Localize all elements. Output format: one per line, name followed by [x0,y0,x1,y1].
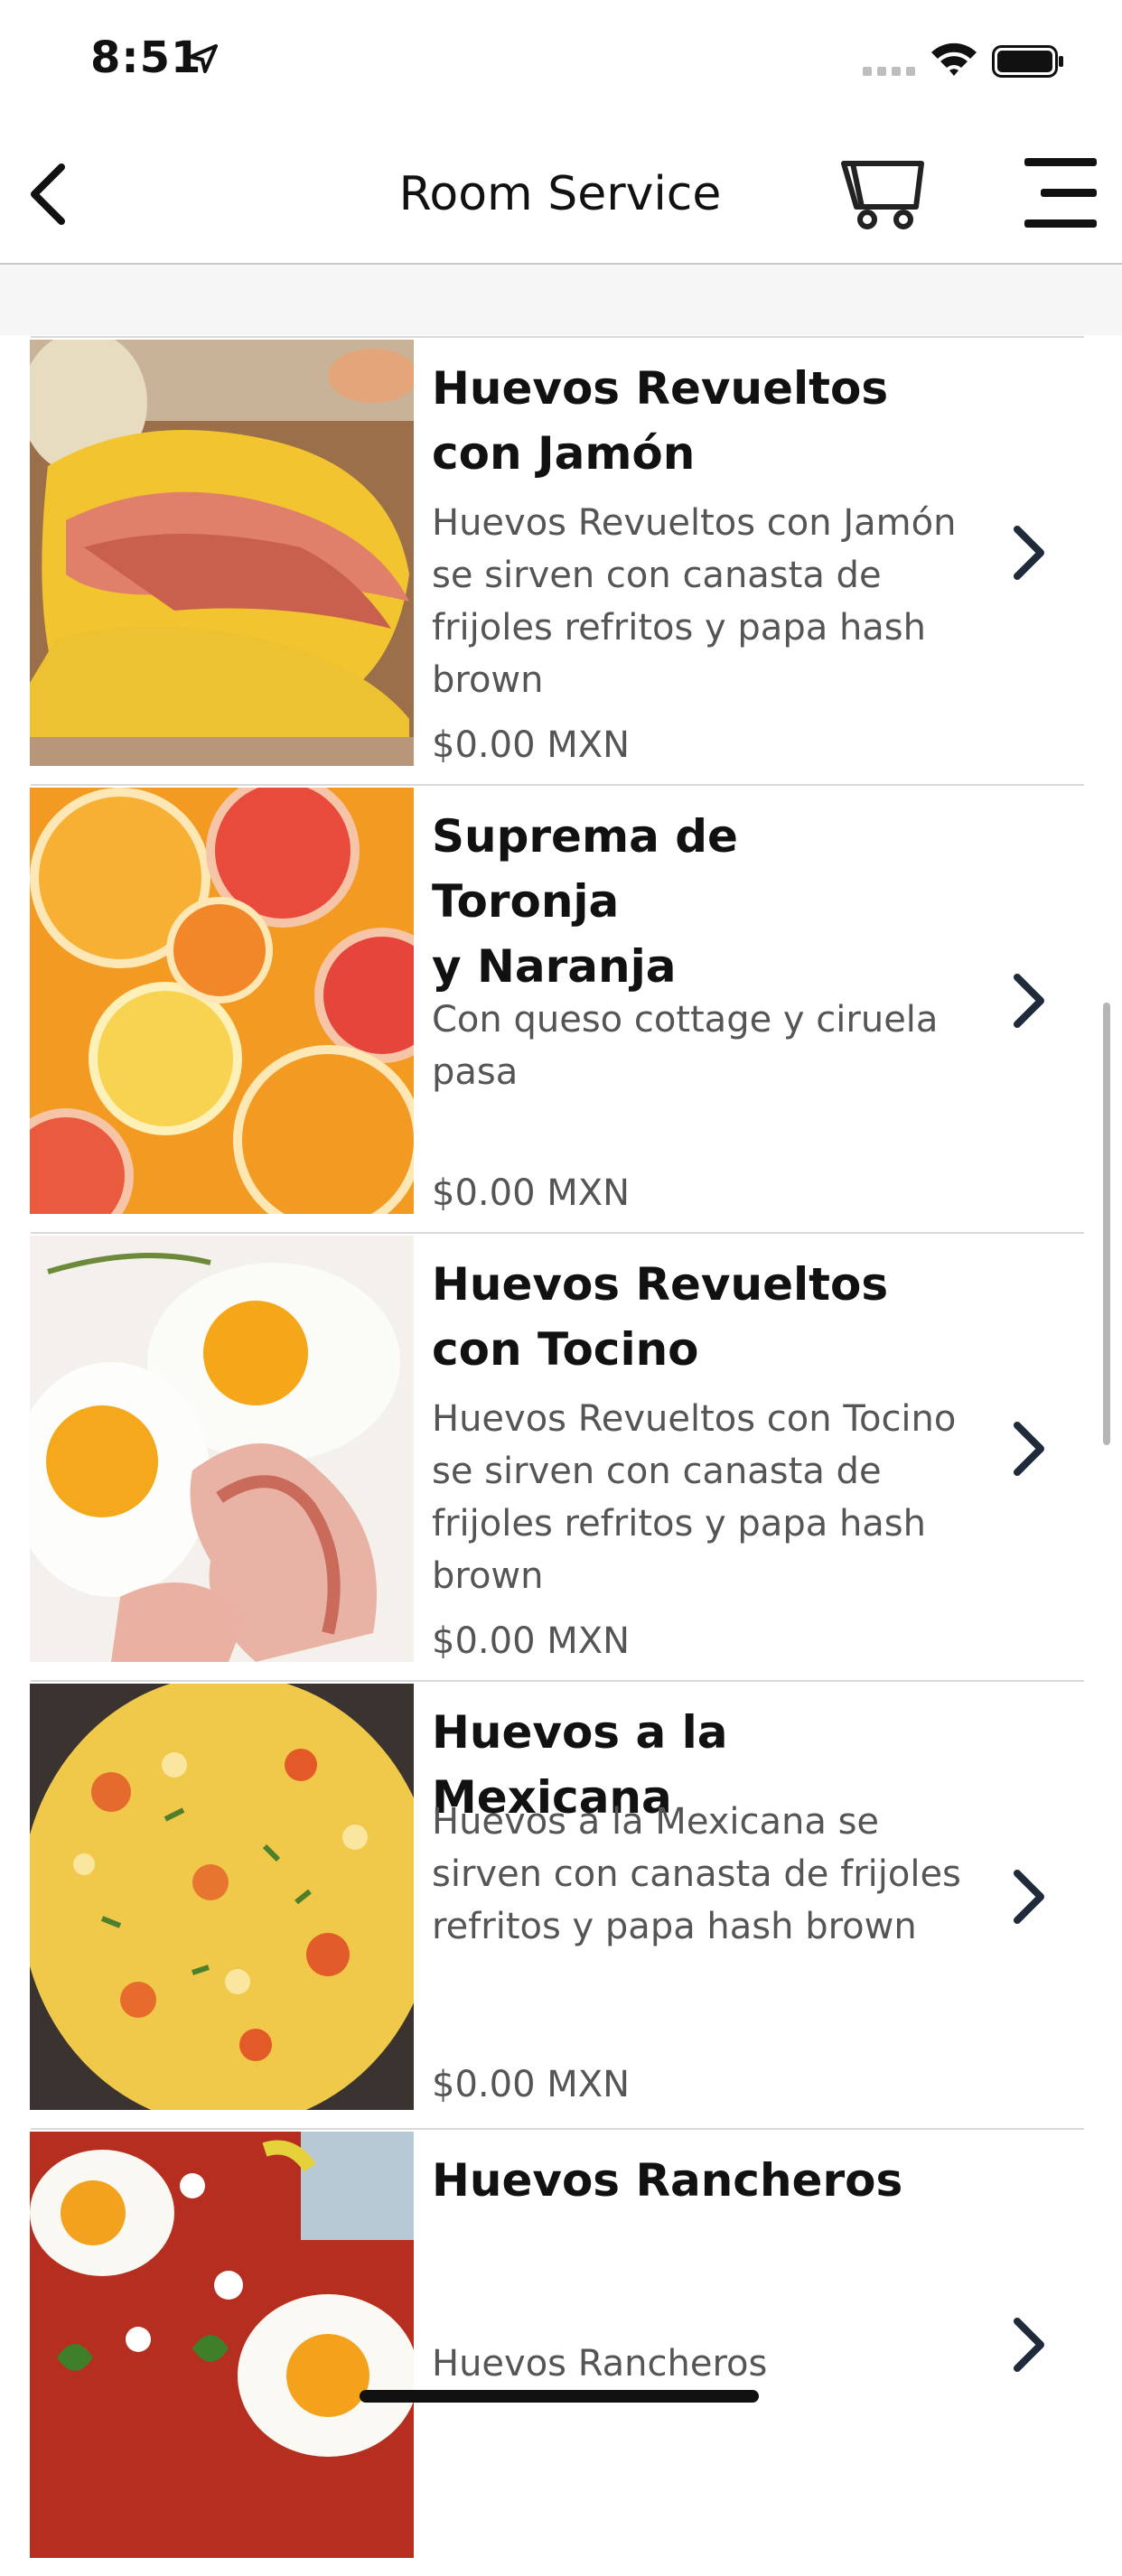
mexican-scrambled-eggs-photo [30,1684,414,2110]
menu-item-row[interactable]: Huevos Revueltos con Tocino Huevos Revue… [0,1232,1122,1680]
item-name-line: y Naranja [432,940,677,993]
menu-item-row[interactable]: Huevos Revueltos con Jamón Huevos Revuel… [0,336,1122,784]
status-time: 8:51 [90,33,202,83]
item-price: $0.00 MXN [432,1620,631,1662]
row-divider [31,784,1084,786]
item-name: Huevos Revueltos con Tocino [432,1252,938,1382]
item-description: Huevos a la Mexicana se sirven con canas… [432,1801,961,1947]
scrollbar[interactable] [1103,1003,1110,1445]
chevron-right-icon[interactable] [1005,1861,1055,1933]
cellular-signal-icon [863,67,915,76]
item-name-line: con Jamón [432,427,696,480]
battery-icon [992,45,1063,78]
item-description: Con queso cottage y ciruela pasa [432,999,939,1093]
item-description: Huevos Rancheros [432,2343,768,2385]
chevron-right-icon[interactable] [1005,2309,1055,2381]
menu-button[interactable] [1017,154,1099,232]
item-price: $0.00 MXN [432,1172,631,1214]
item-name-line: con Tocino [432,1323,699,1376]
item-description: Huevos Revueltos con Jamón se sirven con… [432,502,957,701]
menu-item-list: Huevos Revueltos con Jamón Huevos Revuel… [0,336,1122,2576]
status-bar: 8:51 [0,0,1122,122]
row-divider [31,1680,1084,1682]
row-divider [31,1232,1084,1234]
page-title: Room Service [0,167,1122,221]
item-name-line: Huevos Rancheros [432,2154,903,2207]
huevos-rancheros-photo [30,2132,414,2558]
item-name: Suprema de Toronja y Naranja [432,804,938,999]
row-divider [31,2128,1084,2130]
cart-button[interactable] [840,156,927,232]
page-title-text: Room Service [398,167,722,221]
chevron-right-icon[interactable] [1005,517,1055,589]
item-name: Huevos Rancheros [432,2148,938,2213]
home-indicator[interactable] [360,2390,759,2403]
item-description: Huevos Revueltos con Tocino se sirven co… [432,1398,957,1597]
item-price: $0.00 MXN [432,2064,631,2105]
item-name-line: Suprema de Toronja [432,810,738,928]
chevron-right-icon[interactable] [1005,1413,1055,1485]
content-header-band [0,265,1122,335]
menu-item-row[interactable]: Huevos Rancheros Huevos Rancheros [0,2128,1122,2576]
citrus-slices-photo [30,788,414,1214]
shopping-cart-icon [841,161,924,229]
row-divider [31,336,1084,338]
wifi-icon [931,42,977,76]
item-price: $0.00 MXN [432,724,631,766]
menu-item-row[interactable]: Suprema de Toronja y Naranja Con queso c… [0,784,1122,1232]
location-arrow-icon [189,44,218,73]
item-name: Huevos Revueltos con Jamón [432,356,938,486]
fried-eggs-bacon-photo [30,1236,414,1662]
hamburger-menu-icon [1024,158,1097,228]
navigation-bar: Room Service [0,122,1122,265]
scrambled-eggs-ham-photo [30,340,414,766]
chevron-right-icon[interactable] [1005,965,1055,1037]
item-name-line: Huevos Revueltos [432,1258,889,1311]
menu-item-row[interactable]: Huevos a la Mexicana Huevos a la Mexican… [0,1680,1122,2128]
item-name-line: Huevos Revueltos [432,362,889,415]
